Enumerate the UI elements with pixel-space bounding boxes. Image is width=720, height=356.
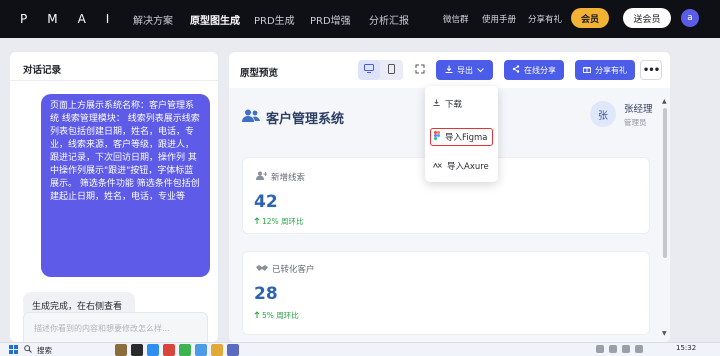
taskbar-app-icon[interactable] (211, 344, 223, 356)
gift-icon (583, 65, 591, 75)
user-message-bubble: 页面上方展示系统名称：客户管理系统 线索管理模块： 线索列表展示线索列表包括创建… (41, 94, 210, 277)
scroll-up-icon[interactable]: ▲ (662, 98, 667, 105)
taskbar-apps (115, 344, 239, 356)
taskbar-app-icon[interactable] (163, 344, 175, 356)
chat-input[interactable] (24, 313, 207, 333)
stat-delta-text: 12% 周环比 (262, 217, 304, 226)
nav-link-wechat-group[interactable]: 微信群 (443, 13, 469, 25)
desktop-icon (364, 64, 374, 76)
menu-item-label: 导入Figma (445, 133, 488, 143)
gift-vip-button[interactable]: 送会员 (623, 8, 671, 28)
export-dropdown-menu: 下载 导入Figma 导入Axure (425, 86, 498, 182)
stat-delta-text: 5% 周环比 (262, 311, 299, 320)
taskbar-app-icon[interactable] (147, 344, 159, 356)
menu-item-download[interactable]: 下载 (433, 98, 462, 110)
fullscreen-button[interactable] (413, 63, 427, 77)
download-icon (433, 99, 440, 109)
user-avatar[interactable]: a (681, 9, 699, 27)
divider (10, 80, 218, 81)
axure-icon (433, 161, 442, 171)
taskbar-app-icon[interactable] (179, 344, 191, 356)
stat-label: 已转化客户 (256, 263, 315, 275)
app-logo[interactable]: PMAI (20, 12, 129, 26)
download-icon (445, 65, 453, 75)
nav-item-solutions[interactable]: 解决方案 (133, 12, 173, 27)
mobile-icon (387, 63, 395, 77)
system-title: 客户管理系统 (242, 108, 344, 127)
chevron-down-icon (477, 66, 484, 75)
preview-user-name: 张经理 (624, 104, 653, 115)
mobile-view-button[interactable] (380, 60, 402, 80)
online-share-button[interactable]: 在线分享 (504, 60, 564, 80)
chat-panel: 对话记录 页面上方展示系统名称：客户管理系统 线索管理模块： 线索列表展示线索列… (10, 52, 218, 342)
nav-link-manual[interactable]: 使用手册 (482, 13, 516, 25)
preview-title: 原型预览 (240, 68, 279, 79)
scroll-thumb[interactable] (663, 108, 667, 258)
stat-delta: 5% 周环比 (254, 310, 299, 321)
arrow-up-icon (254, 311, 260, 320)
stat-value: 28 (254, 284, 278, 304)
menu-item-label: 导入Axure (447, 162, 489, 172)
taskbar-app-icon[interactable] (131, 344, 143, 356)
nav-item-report[interactable]: 分析汇报 (369, 12, 409, 27)
taskbar-clock[interactable]: 15:32 (676, 344, 696, 352)
taskbar-app-icon[interactable] (195, 344, 207, 356)
handshake-icon (256, 264, 268, 275)
search-icon (24, 345, 32, 355)
share-gift-button[interactable]: 分享有礼 (575, 60, 635, 80)
user-plus-icon (256, 171, 268, 183)
taskbar-search[interactable]: 搜索 (24, 344, 52, 356)
nav-item-prototype[interactable]: 原型图生成 (190, 12, 240, 27)
taskbar-app-icon[interactable] (227, 344, 239, 356)
menu-item-label: 下载 (445, 100, 463, 110)
vip-button[interactable]: 会员 (571, 8, 609, 28)
stat-label: 新增线索 (256, 171, 305, 183)
tray-icon[interactable] (609, 345, 617, 353)
tray-icon[interactable] (622, 345, 630, 353)
export-button[interactable]: 导出 (436, 60, 493, 80)
stat-label-text: 新增线索 (271, 173, 306, 183)
taskbar-search-label: 搜索 (37, 345, 52, 355)
system-title-text: 客户管理系统 (266, 112, 345, 127)
stat-value: 42 (254, 192, 278, 212)
more-options-button[interactable]: ••• (640, 60, 662, 80)
stat-card-converted-customers: 已转化客户 28 5% 周环比 (242, 251, 650, 335)
share-icon (512, 65, 520, 75)
preview-user-role: 管理员 (624, 118, 647, 127)
chat-input-box[interactable] (23, 312, 208, 342)
tray-icon[interactable] (596, 345, 604, 353)
preview-user-avatar: 张 (590, 101, 616, 127)
figma-icon (434, 131, 440, 143)
menu-item-import-figma[interactable]: 导入Figma (430, 128, 493, 146)
users-icon (242, 109, 260, 126)
arrow-up-icon (254, 217, 260, 226)
nav-item-prd-enhance[interactable]: PRD增强 (310, 12, 351, 27)
expand-icon (415, 64, 425, 77)
share-label: 在线分享 (524, 65, 556, 75)
desktop-view-button[interactable] (358, 60, 380, 80)
nav-link-share-gift[interactable]: 分享有礼 (528, 13, 562, 25)
taskbar-app-icon[interactable] (115, 344, 127, 356)
top-navbar: PMAI 解决方案 原型图生成 PRD生成 PRD增强 分析汇报 微信群 使用手… (0, 0, 720, 38)
view-toggle (358, 60, 403, 80)
scroll-down-icon[interactable]: ▼ (662, 330, 667, 337)
stat-label-text: 已转化客户 (272, 265, 315, 275)
tray-icon[interactable] (635, 345, 643, 353)
windows-start-icon[interactable] (9, 345, 18, 354)
chat-panel-title: 对话记录 (23, 65, 62, 76)
nav-item-prd-generate[interactable]: PRD生成 (254, 12, 295, 27)
export-label: 导出 (457, 65, 473, 75)
menu-item-import-axure[interactable]: 导入Axure (433, 160, 489, 172)
system-tray (596, 345, 643, 353)
gift-label: 分享有礼 (595, 65, 627, 75)
stat-delta: 12% 周环比 (254, 216, 304, 227)
os-taskbar: 搜索 15:32 (0, 342, 720, 356)
preview-scrollbar[interactable]: ▲ ▼ (662, 98, 668, 338)
